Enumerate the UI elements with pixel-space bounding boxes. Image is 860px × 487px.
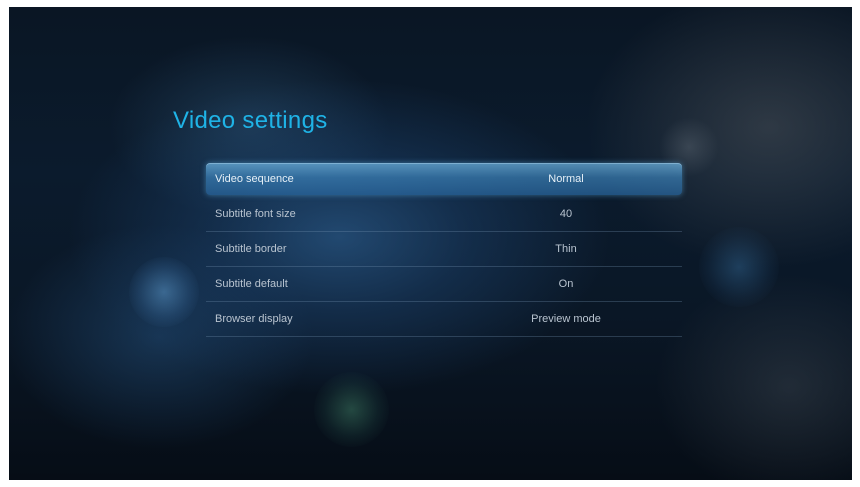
setting-label: Subtitle default: [215, 278, 288, 290]
setting-value: 40: [559, 208, 573, 220]
setting-label: Subtitle border: [215, 243, 287, 255]
setting-value: Preview mode: [531, 313, 601, 325]
setting-label: Subtitle font size: [215, 208, 296, 220]
video-settings-screen: Video settings Video sequence Normal Sub…: [9, 7, 852, 480]
setting-value: On: [558, 278, 574, 290]
setting-row-subtitle-default[interactable]: Subtitle default On: [206, 267, 682, 302]
background-light-orb: [129, 257, 199, 327]
page-title: Video settings: [173, 107, 328, 134]
settings-list: Video sequence Normal Subtitle font size…: [206, 163, 682, 337]
setting-row-browser-display[interactable]: Browser display Preview mode: [206, 302, 682, 337]
setting-label: Browser display: [215, 313, 293, 325]
setting-value: Thin: [555, 243, 577, 255]
setting-value: Normal: [548, 173, 584, 185]
setting-row-subtitle-font-size[interactable]: Subtitle font size 40: [206, 197, 682, 232]
background-light-orb: [314, 372, 389, 447]
background-light-orb: [699, 227, 779, 307]
setting-row-video-sequence[interactable]: Video sequence Normal: [206, 163, 682, 195]
setting-label: Video sequence: [215, 173, 294, 185]
setting-row-subtitle-border[interactable]: Subtitle border Thin: [206, 232, 682, 267]
